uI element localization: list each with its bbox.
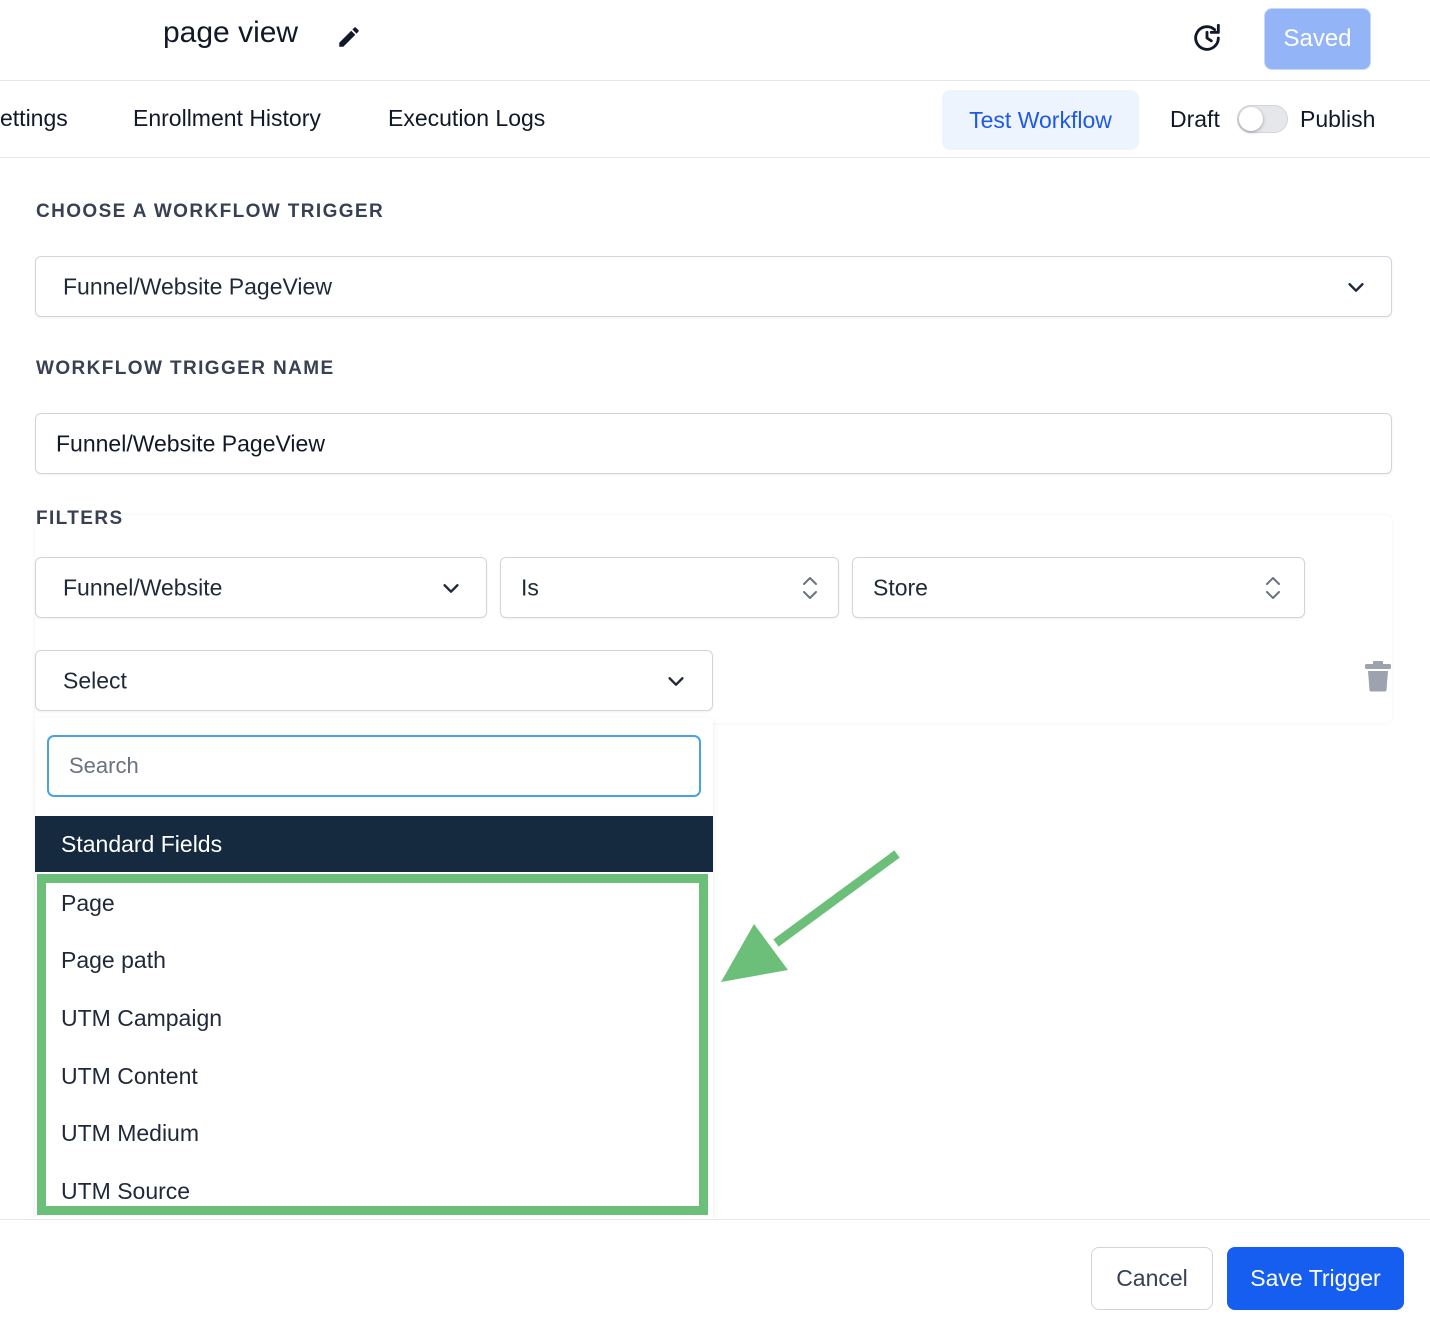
- sort-updown-icon: [803, 576, 817, 599]
- chevron-down-icon: [668, 676, 684, 686]
- choose-trigger-label: CHOOSE A WORKFLOW TRIGGER: [36, 201, 385, 222]
- chevron-down-icon: [443, 583, 459, 593]
- filter-value-select[interactable]: Store: [852, 557, 1305, 618]
- history-clock-icon[interactable]: [1190, 21, 1224, 55]
- pencil-icon[interactable]: [336, 24, 362, 50]
- arrow-annotation: [721, 850, 900, 982]
- publish-toggle[interactable]: [1237, 105, 1288, 133]
- tab-enrollment-history[interactable]: Enrollment History: [133, 105, 321, 132]
- page-title: page view: [163, 16, 299, 49]
- saved-button[interactable]: Saved: [1264, 8, 1371, 70]
- footer: Cancel Save Trigger: [0, 1219, 1430, 1336]
- tab-settings[interactable]: ettings: [0, 105, 68, 132]
- sort-updown-icon: [1266, 576, 1280, 599]
- trigger-select[interactable]: Funnel/Website PageView: [35, 256, 1392, 317]
- toggle-knob: [1239, 107, 1263, 131]
- filter-field-value: Funnel/Website: [63, 574, 223, 600]
- chevron-down-icon: [1348, 282, 1364, 292]
- top-bar: page view Saved: [0, 0, 1430, 81]
- cancel-button[interactable]: Cancel: [1091, 1247, 1213, 1310]
- highlight-box: [37, 874, 708, 1215]
- trash-icon[interactable]: [1364, 660, 1392, 692]
- new-filter-field-select[interactable]: Select: [35, 650, 713, 711]
- save-trigger-button[interactable]: Save Trigger: [1227, 1247, 1404, 1310]
- filter-field-select[interactable]: Funnel/Website: [35, 557, 487, 618]
- tab-bar: ettings Enrollment History Execution Log…: [0, 81, 1430, 158]
- filter-operator-select[interactable]: Is: [500, 557, 839, 618]
- group-header-standard-fields: Standard Fields: [35, 816, 713, 872]
- trigger-name-label: WORKFLOW TRIGGER NAME: [36, 358, 335, 379]
- new-filter-field-value: Select: [63, 667, 127, 693]
- trigger-name-input[interactable]: Funnel/Website PageView: [35, 413, 1392, 474]
- test-workflow-button[interactable]: Test Workflow: [942, 90, 1139, 150]
- trigger-name-value: Funnel/Website PageView: [56, 430, 325, 456]
- search-input[interactable]: [47, 735, 701, 797]
- publish-label: Publish: [1300, 106, 1376, 132]
- trigger-select-value: Funnel/Website PageView: [63, 273, 332, 299]
- filters-label: FILTERS: [36, 508, 124, 529]
- filter-operator-value: Is: [521, 574, 539, 600]
- filter-value-value: Store: [873, 574, 928, 600]
- tab-execution-logs[interactable]: Execution Logs: [388, 105, 545, 132]
- draft-label: Draft: [1170, 106, 1220, 132]
